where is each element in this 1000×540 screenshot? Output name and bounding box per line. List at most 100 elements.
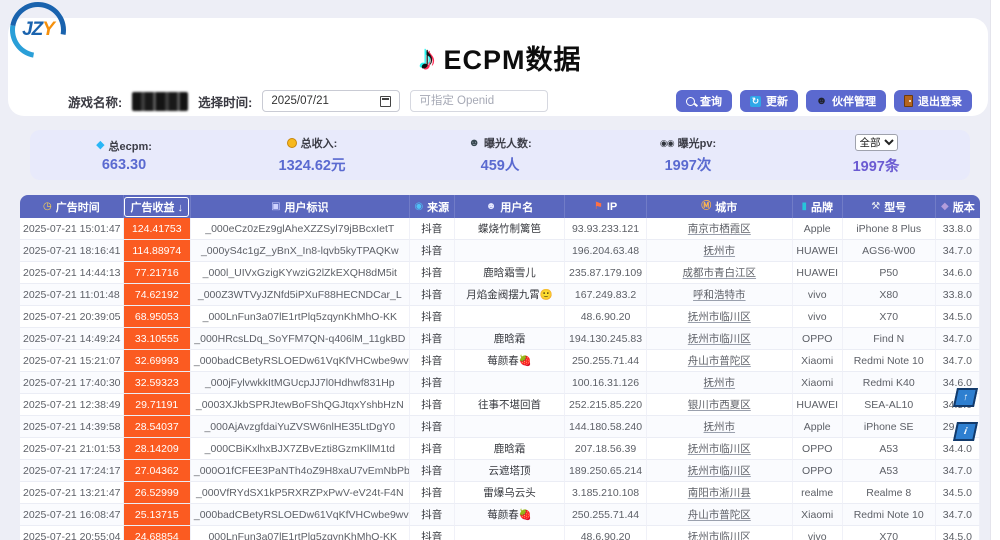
model-icon [871,202,880,212]
game-name-label: 游戏名称: [68,92,122,111]
table-row: 2025-07-21 20:39:0568.95053_000LnFun3a07… [20,306,980,328]
cell-city[interactable]: 抚州市临川区 [647,526,793,540]
cell-user [455,306,565,328]
cell-revenue: 68.95053 [124,306,191,328]
cell-city[interactable]: 舟山市普陀区 [647,350,793,372]
cell-openid: _000CBiKxlhxBJX7ZBvEzti8GzmKllM1td [191,438,410,460]
cell-openid: _000yS4c1gZ_yBnX_In8-lqvb5kyTPAQKw [191,240,410,262]
col-header-label: 广告收益 ↓ [124,197,189,217]
stat-viewers-label: 曝光人数: [468,135,531,151]
scrollbar[interactable] [990,0,1000,540]
col-header-revenue[interactable]: 广告收益 ↓ [124,195,191,218]
city-link[interactable]: 银川市西夏区 [688,399,751,411]
city-link[interactable]: 成都市青白江区 [683,267,757,279]
city-link[interactable]: 抚州市临川区 [688,333,751,345]
city-link[interactable]: 舟山市普陀区 [688,509,751,521]
cell-model: Redmi Note 10 [843,350,936,372]
city-link[interactable]: 抚州市 [704,421,736,433]
back-to-top-button[interactable]: ↑ [953,388,978,407]
calendar-icon[interactable] [380,96,391,107]
cell-version: 34.5.0 [936,306,980,328]
cell-version: 34.5.0 [936,526,980,540]
col-header-user: 用户名 [455,195,565,218]
cell-source: 抖音 [410,262,455,284]
col-header-label: 版本 [953,199,975,215]
cell-version: 34.7.0 [936,350,980,372]
cell-city[interactable]: 抚州市临川区 [647,438,793,460]
cell-brand: vivo [793,306,843,328]
city-link[interactable]: 抚州市临川区 [688,443,751,455]
col-header-label: 用户名 [500,199,533,215]
stat-income-label-text: 总收入: [301,135,338,151]
city-link[interactable]: 抚州市 [704,377,736,389]
cell-brand: OPPO [793,460,843,482]
cell-time: 2025-07-21 14:39:58 [20,416,124,438]
partner-manage-button[interactable]: 伙伴管理 [806,90,886,112]
table-row: 2025-07-21 14:39:5828.54037_000AjAvzgfda… [20,416,980,438]
brand-icon [801,202,807,212]
cell-model: iPhone 8 Plus [843,218,936,240]
cell-model: AGS6-W00 [843,240,936,262]
cell-openid: _000Z3WTVyJZNfd5iPXuF88HECNDCar_L [191,284,410,306]
query-button[interactable]: 查询 [676,90,732,112]
city-link[interactable]: 舟山市普陀区 [688,355,751,367]
cell-city[interactable]: 银川市西夏区 [647,394,793,416]
tiktok-note-icon: ♪ [418,43,435,73]
cell-city[interactable]: 成都市青白江区 [647,262,793,284]
city-link[interactable]: 呼和浩特市 [693,289,746,301]
table-row: 2025-07-21 18:16:41114.88974_000yS4c1gZ_… [20,240,980,262]
cell-user [455,240,565,262]
cell-city[interactable]: 抚州市临川区 [647,306,793,328]
table-row: 2025-07-21 16:08:4725.13715_000badCBetyR… [20,504,980,526]
col-header-label: 品牌 [811,199,833,215]
cell-brand: HUAWEI [793,262,843,284]
city-link[interactable]: 抚州市临川区 [688,311,751,323]
cell-openid: _000badCBetyRSLOEDw61VqKfVHCwbe9wv [191,350,410,372]
cell-revenue: 74.62192 [124,284,191,306]
table-header-row: 广告时间广告收益 ↓用户标识来源用户名IP城市品牌型号版本 [20,195,980,218]
cell-city[interactable]: 抚州市 [647,240,793,262]
cell-user [455,526,565,540]
city-link[interactable]: 抚州市 [704,245,736,257]
cell-ip: 144.180.58.240 [565,416,647,438]
date-picker-input[interactable]: 2025/07/21 [262,90,400,112]
game-name-redacted [132,92,188,111]
logout-button[interactable]: 退出登录 [894,90,972,112]
cell-city[interactable]: 南阳市淅川县 [647,482,793,504]
cell-ip: 196.204.63.48 [565,240,647,262]
cell-time: 2025-07-21 20:55:04 [20,526,124,540]
cell-city[interactable]: 抚州市 [647,416,793,438]
cell-city[interactable]: 抚州市临川区 [647,460,793,482]
city-link[interactable]: 南阳市淅川县 [688,487,751,499]
stat-ecpm-label-text: 总ecpm: [109,138,152,154]
city-link[interactable]: 抚州市临川区 [688,465,751,477]
cell-city[interactable]: 抚州市临川区 [647,328,793,350]
city-link[interactable]: 抚州市临川区 [688,531,751,540]
cell-model: Find N [843,328,936,350]
refresh-button[interactable]: 更新 [740,90,798,112]
cell-city[interactable]: 抚州市 [647,372,793,394]
cell-city[interactable]: 舟山市普陀区 [647,504,793,526]
cell-model: A53 [843,438,936,460]
cell-user [455,416,565,438]
stat-income-label: 总收入: [287,135,338,151]
cell-brand: HUAWEI [793,394,843,416]
cell-model: Redmi K40 [843,372,936,394]
cell-city[interactable]: 南京市栖霞区 [647,218,793,240]
table-row: 2025-07-21 15:01:47124.41753_000eCz0zEz9… [20,218,980,240]
stat-pv-label: 曝光pv: [660,135,716,151]
cell-city[interactable]: 呼和浩特市 [647,284,793,306]
page-header: ♪ ECPM数据 [0,38,1000,77]
cell-model: P50 [843,262,936,284]
cell-user: 鹿晗霜雪儿 [455,262,565,284]
city-icon [701,202,711,212]
stat-viewers-label-text: 曝光人数: [484,135,532,151]
openid-input[interactable] [410,90,548,112]
filter-select[interactable]: 全部 [855,134,898,151]
city-link[interactable]: 南京市栖霞区 [688,223,751,235]
coin-icon [287,138,297,148]
cell-ip: 252.215.85.220 [565,394,647,416]
info-button[interactable]: i [953,422,978,441]
cell-revenue: 28.54037 [124,416,191,438]
cell-ip: 100.16.31.126 [565,372,647,394]
